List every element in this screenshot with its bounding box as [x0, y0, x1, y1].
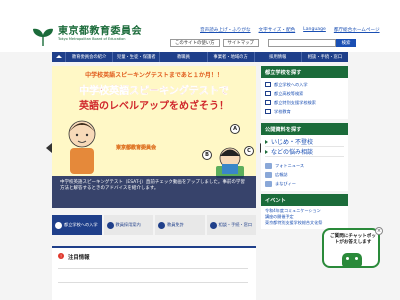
banner-organizer: 東京都教育委員会: [116, 145, 157, 151]
banner-headline-1: 中学校英語スピーキングテストで: [79, 86, 229, 97]
sidebar-item-special-support-search[interactable]: 都立特別支援学校検索: [265, 98, 344, 107]
sidebar-item-bullying[interactable]: いじめ・不登校: [265, 137, 344, 147]
nav-item-about[interactable]: 教育委員会の紹介: [66, 52, 114, 62]
chatbot-prompt: ご質問にチャットボットがお答えします: [330, 234, 376, 245]
divider: [58, 282, 248, 283]
notice-title: 注目情報: [68, 255, 90, 261]
quicklink-teacher-recruitment[interactable]: 教員採用案内: [103, 215, 153, 235]
site-logo[interactable]: 東京都教育委員会 Tokyo Metropolitan Board of Edu…: [32, 26, 142, 47]
sidebar-item-newsletter[interactable]: 広報誌: [265, 170, 344, 179]
notice-section: ! 注目情報: [52, 246, 256, 300]
bubble-a: A: [230, 124, 240, 134]
utility-link-tocho[interactable]: 都庁総合ホームページ: [334, 27, 380, 33]
sidebar-item-label: 都立特別支援学校検索: [274, 99, 316, 105]
student-illustration-right: [216, 147, 244, 178]
quicklink-label: 教員免許: [167, 222, 184, 227]
mascot-icon: [265, 180, 272, 187]
sidebar-item-label: いじめ・不登校: [271, 139, 314, 146]
home-icon: [55, 54, 62, 58]
utility-buttons: このサイトの使い方 サイトマップ: [170, 39, 259, 47]
nav-item-recruitment[interactable]: 採用情報: [255, 52, 302, 62]
nav-home[interactable]: [52, 52, 66, 62]
consultation-icon: [209, 221, 217, 229]
sidebar-item-label: フォトニュース: [275, 162, 305, 168]
document-icon: [265, 91, 271, 96]
utility-link-language[interactable]: Language: [303, 27, 326, 33]
banner-caption-text: 中学校英語スピーキングテスト（ESAT-J）直前チェック動画をアップしました。事…: [60, 180, 245, 192]
arrow-right-icon: [265, 149, 268, 154]
document-icon: [265, 100, 271, 105]
nav-item-businesses[interactable]: 事業者・地域の方: [208, 52, 255, 62]
sidebar-item-manabee[interactable]: まなびィー: [265, 179, 344, 188]
quicklink-label: 教員採用案内: [115, 222, 141, 227]
camera-icon: [265, 162, 272, 169]
banner-headline-2: 英語のレベルアップをめざそう！: [79, 101, 229, 112]
document-icon: [265, 109, 271, 114]
nav-item-consultation[interactable]: 相談・手続・窓口: [302, 52, 348, 62]
sidebar: 都立学校を探す 都立学校への入学 都立高校等検索 都立特別支援学校検索 学校教育…: [261, 66, 348, 229]
ginkgo-leaf-icon: [33, 28, 53, 46]
search-button[interactable]: 検索: [336, 39, 356, 47]
sidebar-item-school-education[interactable]: 学校教育: [265, 107, 344, 116]
quicklink-label: 都立学校への入学: [64, 222, 98, 227]
school-icon: [55, 221, 62, 229]
utility-link-font-size[interactable]: 文字サイズ・配色: [259, 27, 296, 33]
nav-item-teachers[interactable]: 教職員: [160, 52, 208, 62]
sidebar-school-list: 都立学校への入学 都立高校等検索 都立特別支援学校検索 学校教育: [261, 78, 348, 119]
event-item[interactable]: 東京都特別支援学校総合文化祭: [265, 220, 344, 226]
sidebar-item-highschool-search[interactable]: 都立高校等検索: [265, 89, 344, 98]
site-header: 東京都教育委員会 Tokyo Metropolitan Board of Edu…: [0, 0, 400, 52]
book-icon: [265, 171, 272, 178]
logo-title: 東京都教育委員会: [58, 26, 142, 37]
utility-links: 音声読み上げ・ふりがな 文字サイズ・配色 Language 都庁総合ホームページ: [200, 27, 380, 33]
quicklink-label: 相談・手続・窓口: [218, 222, 253, 227]
student-illustration-left: [68, 120, 96, 174]
chatbot-icon: [342, 253, 362, 267]
quicklink-license[interactable]: 教員免許: [155, 215, 205, 235]
sidebar-item-admission[interactable]: 都立学校への入学: [265, 80, 344, 89]
sidebar-item-label: まなびィー: [275, 180, 296, 186]
quick-links: 都立学校への入学 教員採用案内 教員免許 相談・手続・窓口: [52, 215, 256, 235]
license-icon: [158, 221, 165, 229]
banner-caption: 中学校英語スピーキングテスト（ESAT-J）直前チェック動画をアップしました。事…: [52, 176, 256, 208]
how-to-use-button[interactable]: このサイトの使い方: [170, 39, 220, 47]
sidebar-public-list: いじめ・不登校 などの悩み相談 フォトニュース 広報誌 まなびィー: [261, 135, 348, 191]
banner-top-line: 中学校英語スピーキングテストまであと１か月！！: [85, 72, 223, 79]
sidebar-item-label: 都立高校等検索: [274, 90, 304, 96]
sidebar-item-label: などの悩み相談: [271, 149, 314, 156]
search-input[interactable]: [268, 39, 336, 47]
alert-icon: !: [58, 253, 64, 259]
utility-link-readaloud[interactable]: 音声読み上げ・ふりがな: [200, 27, 251, 33]
sidebar-item-label: 都立学校への入学: [274, 81, 308, 87]
sidebar-heading-public-docs: 公開資料を探す: [261, 123, 348, 135]
quicklink-consultation[interactable]: 相談・手続・窓口: [206, 215, 256, 235]
sidebar-heading-schools: 都立学校を探す: [261, 66, 348, 78]
hero-banner[interactable]: 中学校英語スピーキングテストまであと１か月！！ 中学校英語スピーキングテストで …: [52, 66, 256, 208]
bubble-b: B: [202, 150, 212, 160]
arrow-right-icon: [265, 139, 268, 144]
divider: [58, 268, 248, 269]
sidebar-item-label: 学校教育: [274, 108, 291, 114]
chatbot-widget[interactable]: × ご質問にチャットボットがお答えします: [322, 227, 383, 268]
teacher-icon: [106, 221, 114, 229]
quicklink-admission[interactable]: 都立学校への入学: [52, 215, 102, 235]
sidebar-event-list: 令和4年度コミュニケーション 講座の開催予定 東京都特別支援学校総合文化祭: [261, 206, 348, 229]
sitemap-button[interactable]: サイトマップ: [222, 39, 259, 47]
nav-item-students[interactable]: 児童・生徒・保護者: [113, 52, 161, 62]
document-icon: [265, 82, 271, 87]
logo-subtitle: Tokyo Metropolitan Board of Education: [58, 37, 126, 41]
sidebar-item-label: 広報誌: [275, 171, 288, 177]
sidebar-heading-events: イベント: [261, 194, 348, 206]
sidebar-item-photo-news[interactable]: フォトニュース: [265, 161, 344, 170]
global-nav: 教育委員会の紹介 児童・生徒・保護者 教職員 事業者・地域の方 採用情報 相談・…: [52, 52, 348, 62]
sidebar-item-counseling[interactable]: などの悩み相談: [265, 147, 344, 157]
